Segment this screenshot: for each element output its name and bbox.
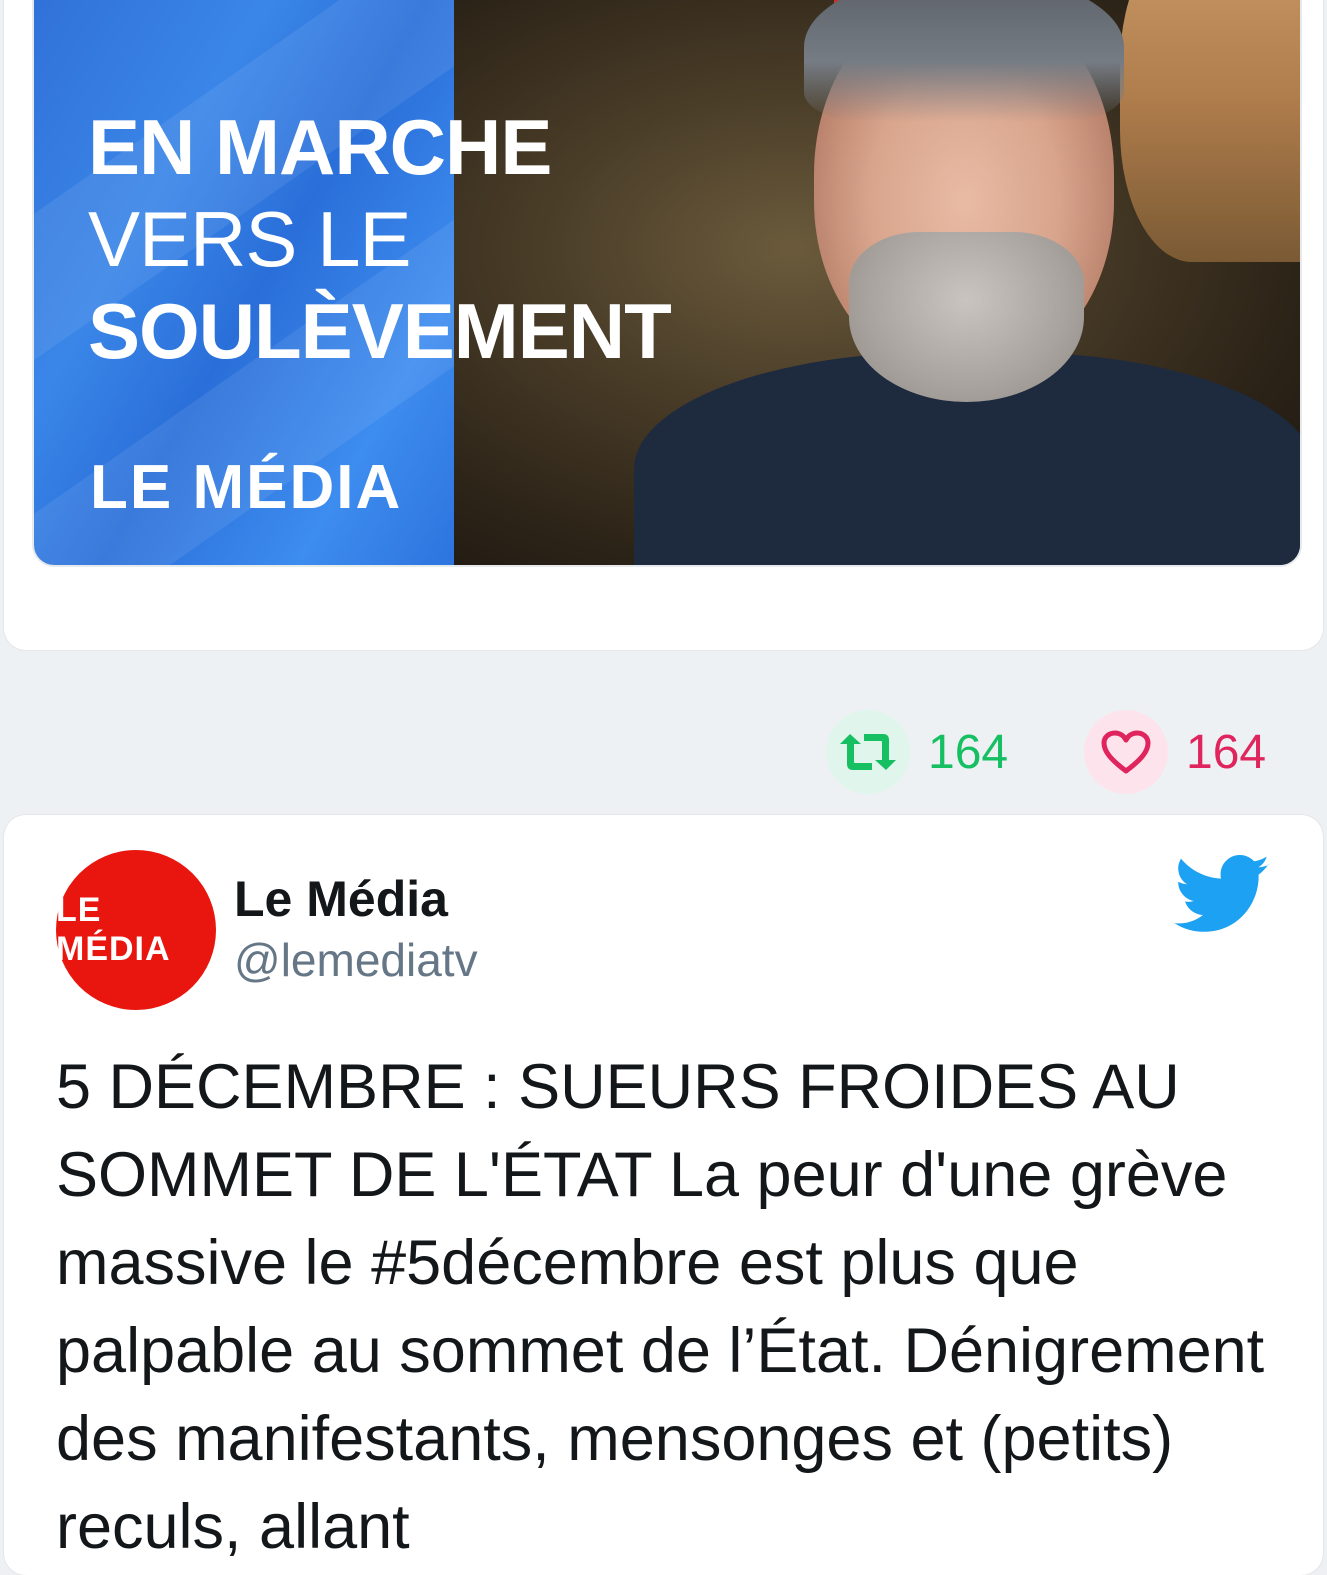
tweet-text: 5 DÉCEMBRE : SUEURS FROIDES AU SOMMET DE… xyxy=(56,1052,1265,1562)
image-headline-line1: EN MARCHE xyxy=(88,103,552,191)
retweet-count: 164 xyxy=(928,725,1009,779)
tweet-card: LE MÉDIA Le Média @lemediatv 5 DÉCEMBRE … xyxy=(4,815,1323,1575)
like-count: 164 xyxy=(1186,725,1267,779)
twitter-bird-icon[interactable] xyxy=(1174,855,1272,935)
author-name[interactable]: Le Média xyxy=(234,870,448,928)
retweet-button[interactable]: 164 xyxy=(826,710,1008,794)
previous-tweet-card: EN MARCHE VERS LE SOULÈVEMENT LE MÉDIA xyxy=(4,0,1323,650)
image-headline-line3: SOULÈVEMENT xyxy=(88,287,672,375)
heart-icon xyxy=(1084,710,1168,794)
author-handle[interactable]: @lemediatv xyxy=(234,933,478,987)
like-button[interactable]: 164 xyxy=(1084,710,1266,794)
embedded-image[interactable]: EN MARCHE VERS LE SOULÈVEMENT LE MÉDIA xyxy=(32,0,1302,567)
image-headline-line2: VERS LE xyxy=(88,195,411,283)
avatar[interactable]: LE MÉDIA xyxy=(56,850,216,1010)
avatar-logo-text: LE MÉDIA xyxy=(56,891,171,968)
image-photo-panel xyxy=(454,0,1300,565)
image-brand-logo: LE MÉDIA xyxy=(90,453,403,522)
retweet-icon xyxy=(826,710,910,794)
